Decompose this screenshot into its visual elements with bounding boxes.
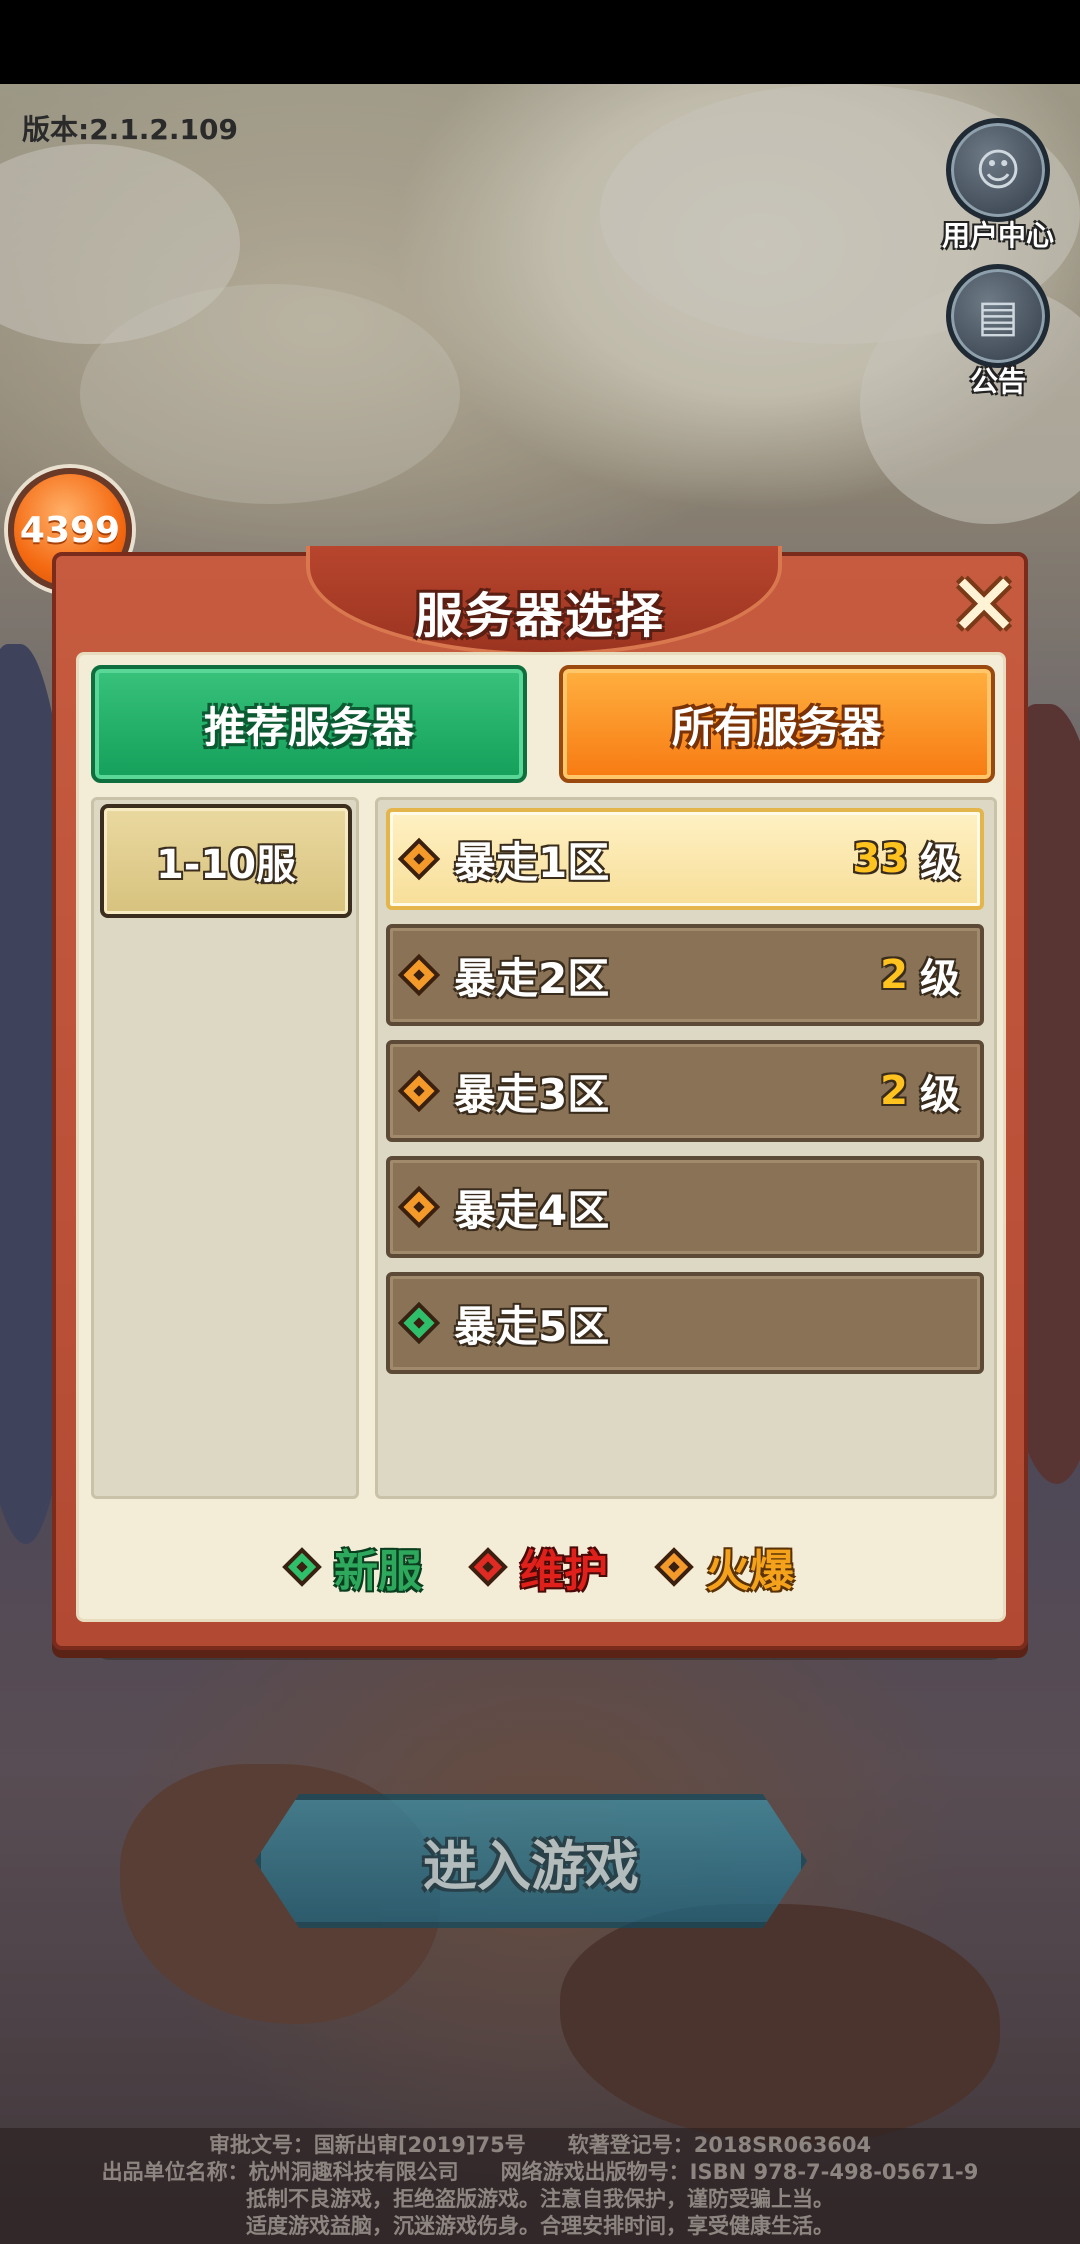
version-label: 版本:2.1.2.109	[22, 113, 239, 146]
legend-maintenance: 维护	[468, 1535, 608, 1599]
footer-line: 出品单位名称：杭州洞趣科技有限公司 网络游戏出版物号：ISBN 978-7-49…	[101, 2160, 979, 2184]
status-bar	[0, 0, 1080, 84]
server-name: 暴走5区	[454, 1301, 610, 1351]
user-avatar-icon: ☺	[946, 118, 1050, 222]
server-level: 2	[880, 1068, 908, 1114]
close-icon[interactable]: ✕	[944, 563, 1024, 649]
footer-line: 适度游戏益脑，沉迷游戏伤身。合理安排时间，享受健康生活。	[246, 2214, 834, 2238]
server-name: 暴走2区	[454, 953, 610, 1003]
server-item[interactable]: 暴走5区	[386, 1272, 984, 1374]
server-level-unit: 级	[920, 956, 960, 1002]
server-name: 暴走4区	[454, 1185, 610, 1235]
dialog-title: 服务器选择	[414, 588, 665, 644]
footer-line: 抵制不良游戏，拒绝盗版游戏。注意自我保护，谨防受骗上当。	[246, 2187, 834, 2211]
server-list: 暴走1区 33 级 暴走2区 2 级 暴走3区 2 级 暴走4区 暴走5区	[375, 797, 997, 1499]
hot-status-icon	[397, 1185, 441, 1229]
hot-status-icon	[397, 1069, 441, 1113]
new-status-icon	[282, 1547, 322, 1587]
server-level: 33	[852, 836, 908, 882]
legend-hot-label: 火爆	[706, 1546, 794, 1597]
status-legend: 新服 维护 火爆	[79, 1535, 1003, 1599]
hot-status-icon	[654, 1547, 694, 1587]
server-level: 2	[880, 952, 908, 998]
server-name: 暴走3区	[454, 1069, 610, 1119]
server-item[interactable]: 暴走2区 2 级	[386, 924, 984, 1026]
legend-new-label: 新服	[334, 1546, 422, 1597]
user-center-button[interactable]: ☺ 用户中心	[938, 118, 1058, 254]
announcement-button[interactable]: ▤ 公告	[938, 264, 1058, 400]
server-range-list: 1-10服	[91, 797, 359, 1499]
announcement-label: 公告	[969, 365, 1026, 398]
hot-status-icon	[397, 837, 441, 881]
enter-game-button[interactable]: 进入游戏	[255, 1794, 807, 1928]
legend-new: 新服	[282, 1535, 422, 1599]
legend-hot: 火爆	[654, 1535, 794, 1599]
server-level-unit: 级	[920, 1072, 960, 1118]
maintenance-status-icon	[468, 1547, 508, 1587]
new-status-icon	[397, 1301, 441, 1345]
tab-recommended-servers[interactable]: 推荐服务器	[91, 665, 527, 783]
user-center-label: 用户中心	[941, 219, 1054, 252]
license-footer: 审批文号：国新出审[2019]75号 软著登记号：2018SR063604 出品…	[0, 2128, 1080, 2244]
server-name: 暴走1区	[454, 837, 610, 887]
dialog-panel: 推荐服务器 所有服务器 1-10服 暴走1区 33 级 暴走2区 2 级 暴走3…	[76, 652, 1006, 1622]
server-item[interactable]: 暴走1区 33 级	[386, 808, 984, 910]
legend-maintenance-label: 维护	[520, 1546, 608, 1597]
announcement-board-icon: ▤	[946, 264, 1050, 368]
server-select-dialog: 服务器选择 ✕ 推荐服务器 所有服务器 1-10服 暴走1区 33 级 暴走2区…	[52, 546, 1028, 1650]
server-item[interactable]: 暴走4区	[386, 1156, 984, 1258]
range-item-1-10[interactable]: 1-10服	[100, 804, 352, 918]
hot-status-icon	[397, 953, 441, 997]
server-item[interactable]: 暴走3区 2 级	[386, 1040, 984, 1142]
tab-all-servers[interactable]: 所有服务器	[559, 665, 995, 783]
footer-line: 审批文号：国新出审[2019]75号 软著登记号：2018SR063604	[208, 2133, 872, 2157]
server-level-unit: 级	[920, 840, 960, 886]
